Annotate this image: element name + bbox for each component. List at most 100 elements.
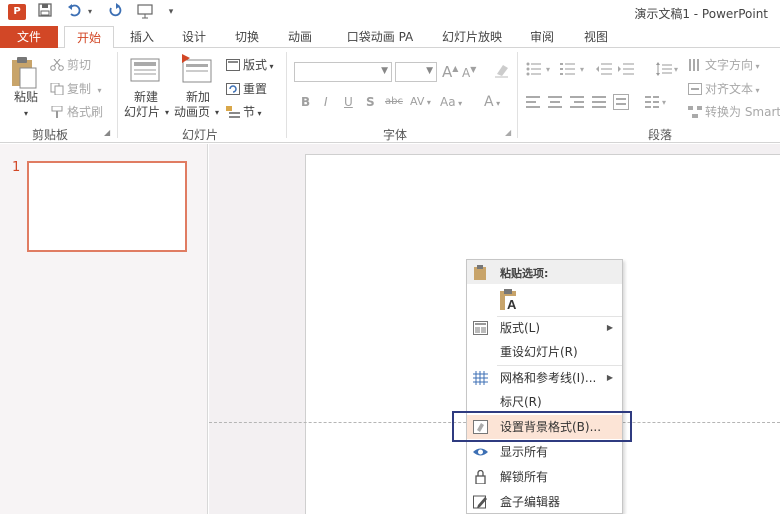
cut-label: 剪切: [67, 58, 92, 72]
menu-item-unlock-all[interactable]: 解锁所有: [467, 465, 622, 489]
numbering-icon[interactable]: ▾: [560, 62, 590, 79]
new-animation-page-label-2[interactable]: 动画页: [170, 105, 214, 120]
decrease-indent-icon[interactable]: [596, 62, 612, 79]
clipboard-launcher-icon[interactable]: ◢: [104, 128, 110, 137]
bullets-icon[interactable]: ▾: [526, 62, 556, 79]
menu-item-box-editor[interactable]: 盒子编辑器: [467, 490, 622, 514]
svg-text:▾: ▾: [662, 98, 666, 107]
shrink-font-button[interactable]: A▼: [462, 65, 476, 80]
clear-formatting-icon[interactable]: [494, 62, 510, 81]
align-center-icon[interactable]: [548, 96, 562, 111]
tab-review[interactable]: 审阅: [524, 26, 560, 48]
distributed-icon[interactable]: [613, 94, 629, 113]
convert-smartart-button[interactable]: 转换为 Smart: [688, 103, 780, 120]
copy-button[interactable]: 复制 ▾: [50, 80, 102, 97]
paragraph-group-label: 段落: [647, 128, 672, 142]
section-label: 节: [243, 105, 256, 119]
clipboard-icon: [474, 265, 486, 280]
line-spacing-icon[interactable]: ▾: [656, 62, 682, 79]
tab-file[interactable]: 文件: [0, 26, 58, 48]
paste-keep-text-only-icon[interactable]: A: [497, 288, 521, 312]
new-slide-label-2[interactable]: 幻灯片: [120, 105, 164, 120]
menu-item-label: 显示所有: [500, 445, 549, 459]
underline-button[interactable]: U: [344, 95, 353, 109]
menu-item-label: 解锁所有: [500, 470, 549, 484]
menu-item-label: 盒子编辑器: [500, 495, 561, 509]
cut-button[interactable]: 剪切: [50, 56, 91, 73]
eye-icon: [473, 448, 488, 456]
new-slide-icon[interactable]: [130, 56, 160, 87]
window-title: 演示文稿1 - PowerPoint: [634, 7, 768, 21]
text-shadow-button[interactable]: S: [366, 95, 375, 109]
section-button[interactable]: 节 ▾: [226, 103, 262, 120]
menu-item-label: 版式(L): [500, 321, 541, 335]
align-right-icon[interactable]: [570, 96, 584, 111]
menu-item-reset-slide[interactable]: 重设幻灯片(R): [467, 340, 622, 364]
copy-label: 复制: [67, 82, 92, 96]
new-animation-page-icon[interactable]: [180, 54, 212, 87]
align-text-button[interactable]: 对齐文本 ▾: [688, 80, 760, 97]
save-icon[interactable]: [36, 3, 54, 21]
text-direction-icon: [689, 59, 699, 71]
tab-slideshow[interactable]: 幻灯片放映: [436, 26, 508, 48]
grid-icon: [473, 371, 488, 385]
reset-button[interactable]: 重置: [226, 80, 267, 97]
tab-animations[interactable]: 动画: [282, 26, 318, 48]
font-launcher-icon[interactable]: ◢: [505, 128, 511, 137]
align-left-icon[interactable]: [526, 96, 540, 111]
slideshow-icon[interactable]: [136, 3, 154, 21]
clipboard-group-label: 剪贴板: [31, 128, 68, 142]
ribbon-separator: [117, 52, 118, 138]
menu-item-layout[interactable]: 版式(L) ▶: [467, 316, 622, 340]
new-animation-dropdown-icon[interactable]: ▾: [213, 105, 221, 120]
powerpoint-logo-icon[interactable]: P: [8, 4, 26, 20]
convert-smartart-label: 转换为 Smart: [705, 105, 780, 119]
layout-icon: [226, 59, 240, 71]
tab-transitions[interactable]: 切换: [229, 26, 265, 48]
paste-button[interactable]: 粘贴: [6, 90, 46, 105]
text-direction-button[interactable]: 文字方向 ▾: [688, 56, 760, 73]
increase-indent-icon[interactable]: [618, 62, 634, 79]
menu-item-grid-guides[interactable]: 网格和参考线(I)... ▶: [467, 366, 622, 390]
paste-dropdown-icon[interactable]: ▾: [19, 106, 33, 121]
undo-dropdown-icon[interactable]: ▾: [85, 3, 95, 21]
tab-pocket-animation[interactable]: 口袋动画 PA: [340, 26, 420, 48]
ribbon: 粘贴 ▾ 剪切 复制 ▾ 格式刷 剪贴板 ◢ 新建 幻灯片 ▾ 新加 动画页 ▾…: [0, 48, 780, 143]
format-painter-button[interactable]: 格式刷: [50, 103, 103, 120]
menu-item-show-all[interactable]: 显示所有: [467, 440, 622, 464]
tab-home[interactable]: 开始: [64, 26, 114, 49]
paintbrush-icon: [51, 106, 63, 118]
strikethrough-button[interactable]: abc: [385, 96, 403, 107]
italic-button[interactable]: I: [324, 95, 328, 109]
new-animation-page-label[interactable]: 新加: [176, 90, 220, 105]
slide-number: 1: [12, 160, 21, 175]
layout-button[interactable]: 版式 ▾: [226, 56, 274, 73]
justify-icon[interactable]: [592, 96, 606, 111]
change-case-label: Aa: [440, 95, 456, 109]
grow-font-button[interactable]: A▲: [442, 63, 458, 81]
grow-font-icon: A: [442, 63, 453, 81]
reset-icon: [226, 83, 240, 95]
change-case-button[interactable]: Aa ▾: [440, 95, 462, 109]
slide-thumbnail[interactable]: [27, 161, 187, 252]
scissors-icon: [50, 59, 64, 71]
font-size-combo[interactable]: ▼: [395, 62, 437, 82]
tab-insert[interactable]: 插入: [124, 26, 160, 48]
menu-item-label: 重设幻灯片(R): [500, 345, 578, 359]
font-name-combo[interactable]: ▼: [294, 62, 392, 82]
font-color-button[interactable]: A ▾: [484, 94, 500, 110]
new-slide-label[interactable]: 新建: [124, 90, 168, 105]
tab-view[interactable]: 视图: [578, 26, 614, 48]
highlight-box: [452, 411, 632, 442]
submenu-arrow-icon: ▶: [606, 373, 613, 382]
paste-icon[interactable]: [10, 56, 38, 93]
redo-icon[interactable]: [106, 3, 124, 21]
copy-icon: [50, 83, 64, 95]
bold-button[interactable]: B: [301, 95, 310, 109]
columns-icon[interactable]: ▾: [645, 96, 669, 111]
undo-icon[interactable]: [66, 3, 84, 21]
format-painter-label: 格式刷: [67, 105, 104, 119]
tab-design[interactable]: 设计: [176, 26, 212, 48]
character-spacing-button[interactable]: AV ▾: [410, 95, 431, 108]
customize-qat-icon[interactable]: ▾: [162, 3, 180, 21]
